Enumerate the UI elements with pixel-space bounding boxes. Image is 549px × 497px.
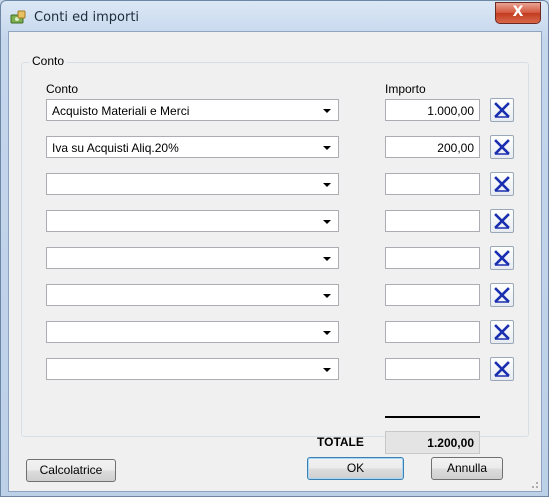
delete-row-button[interactable] — [490, 246, 514, 270]
delete-x-icon — [494, 139, 510, 155]
amount-field[interactable] — [385, 321, 480, 343]
account-combobox[interactable] — [46, 173, 339, 195]
delete-row-button[interactable] — [490, 320, 514, 344]
cancel-button[interactable]: Annulla — [431, 457, 503, 480]
delete-x-icon — [494, 287, 510, 303]
close-button[interactable]: X — [495, 2, 541, 24]
title-bar[interactable]: Conti ed importi X — [1, 1, 548, 31]
delete-row-button[interactable] — [490, 172, 514, 196]
amount-field[interactable] — [385, 358, 480, 380]
chevron-down-icon[interactable] — [323, 109, 331, 113]
amount-field[interactable]: 200,00 — [385, 136, 480, 158]
delete-row-button[interactable] — [490, 135, 514, 159]
amount-column-label: Importo — [385, 82, 426, 96]
delete-x-icon — [494, 213, 510, 229]
amount-field[interactable] — [385, 210, 480, 232]
window-title: Conti ed importi — [34, 10, 140, 25]
account-combobox[interactable]: Iva su Acquisti Aliq.20% — [46, 136, 339, 158]
delete-x-icon — [494, 250, 510, 266]
account-combobox[interactable] — [46, 358, 339, 380]
chevron-down-icon[interactable] — [323, 146, 331, 150]
delete-x-icon — [494, 176, 510, 192]
amount-field-value: 1.000,00 — [427, 104, 474, 118]
account-combobox[interactable] — [46, 321, 339, 343]
total-label: TOTALE — [317, 435, 364, 449]
amount-field[interactable]: 1.000,00 — [385, 99, 480, 121]
chevron-down-icon[interactable] — [323, 183, 331, 187]
group-label: Conto — [29, 54, 68, 68]
account-combobox-value: Acquisto Materiali e Merci — [52, 104, 190, 118]
amount-field[interactable] — [385, 284, 480, 306]
chevron-down-icon[interactable] — [323, 368, 331, 372]
delete-row-button[interactable] — [490, 357, 514, 381]
delete-row-button[interactable] — [490, 209, 514, 233]
calculator-button[interactable]: Calcolatrice — [26, 459, 116, 482]
chevron-down-icon[interactable] — [323, 331, 331, 335]
total-separator — [385, 416, 480, 418]
account-combobox[interactable]: Acquisto Materiali e Merci — [46, 99, 339, 121]
money-icon — [10, 10, 26, 26]
chevron-down-icon[interactable] — [323, 294, 331, 298]
total-field: 1.200,00 — [385, 431, 480, 454]
delete-x-icon — [494, 324, 510, 340]
delete-x-icon — [494, 361, 510, 377]
account-combobox[interactable] — [46, 284, 339, 306]
delete-row-button[interactable] — [490, 98, 514, 122]
total-value: 1.200,00 — [427, 436, 474, 450]
chevron-down-icon[interactable] — [323, 220, 331, 224]
dialog-window: Conti ed importi X Conto Conto Importo A… — [0, 0, 549, 497]
resize-grip-icon[interactable] — [529, 479, 539, 489]
amount-field[interactable] — [385, 247, 480, 269]
amount-field-value: 200,00 — [437, 141, 474, 155]
ok-button[interactable]: OK — [307, 457, 404, 480]
amount-field[interactable] — [385, 173, 480, 195]
delete-x-icon — [494, 102, 510, 118]
dialog-body: Conto Conto Importo Acquisto Materiali e… — [8, 31, 542, 492]
account-combobox[interactable] — [46, 210, 339, 232]
chevron-down-icon[interactable] — [323, 257, 331, 261]
delete-row-button[interactable] — [490, 283, 514, 307]
account-combobox[interactable] — [46, 247, 339, 269]
account-column-label: Conto — [46, 82, 79, 96]
account-combobox-value: Iva su Acquisti Aliq.20% — [52, 141, 179, 155]
